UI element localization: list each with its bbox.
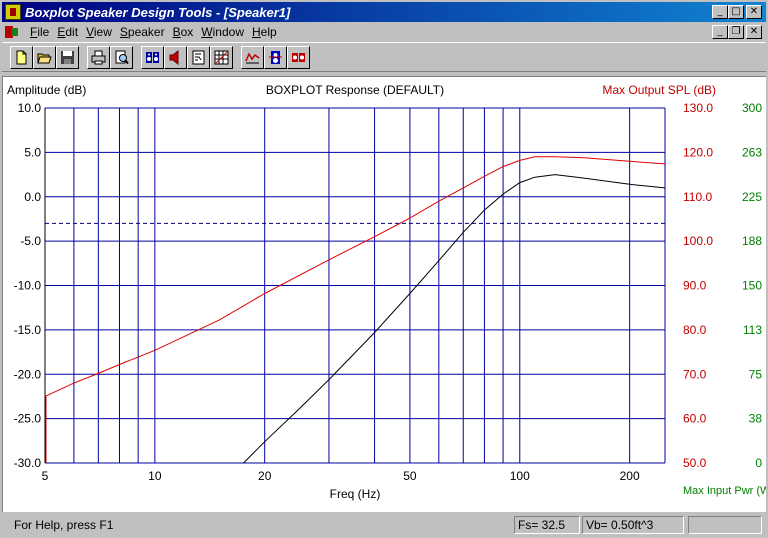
response-icon [245, 51, 260, 63]
y-tick-label: -5.0 [20, 234, 41, 248]
speaker-params-button[interactable] [141, 45, 164, 69]
chart-title: BOXPLOT Response (DEFAULT) [266, 83, 444, 97]
menu-help-label: Help [251, 25, 277, 39]
maximize-button[interactable]: □ [728, 5, 744, 19]
doc-minimize-button[interactable]: _ [712, 25, 728, 39]
y2-tick-label: 100.0 [683, 234, 713, 248]
status-bar: For Help, press F1 Fs= 32.5 Vb= 0.50ft^3 [2, 514, 766, 536]
box-button[interactable] [187, 45, 210, 69]
toolbar [2, 42, 766, 72]
phase-icon [292, 52, 305, 62]
status-fs: Fs= 32.5 [514, 516, 580, 534]
save-button[interactable] [56, 45, 79, 69]
y-tick-label: -20.0 [14, 367, 42, 381]
open-icon [37, 53, 52, 63]
menu-edit[interactable]: Edit [55, 25, 84, 39]
doc-close-button[interactable]: ✕ [746, 25, 762, 39]
x-axis-label: Freq (Hz) [330, 487, 381, 501]
y3-axis-label: Max Input Pwr (W [683, 485, 766, 497]
y2-axis-label: Max Output SPL (dB) [602, 83, 716, 97]
document-icon[interactable] [4, 24, 20, 40]
table-icon [214, 50, 229, 64]
x-tick-label: 20 [258, 469, 272, 483]
y3-tick-label: 113 [743, 323, 762, 337]
menu-file[interactable]: File [28, 25, 55, 39]
y-tick-label: -25.0 [14, 412, 42, 426]
table-button[interactable] [210, 45, 233, 69]
app-icon[interactable] [5, 4, 21, 20]
speaker-icon [169, 49, 179, 65]
menu-view-label: View [86, 25, 112, 39]
y2-tick-label: 80.0 [683, 323, 707, 337]
y3-tick-label: 225 [742, 190, 762, 204]
open-button[interactable] [33, 45, 56, 69]
menu-file-label: File [30, 25, 50, 39]
y-tick-label: 0.0 [24, 190, 41, 204]
doc-restore-button[interactable]: ❐ [728, 25, 744, 39]
menu-bar: File Edit View Speaker Box Window Help _… [2, 22, 766, 42]
document-controls: _ ❐ ✕ [712, 25, 762, 39]
menu-window-label: Window [201, 25, 244, 39]
y-tick-label: 5.0 [24, 145, 41, 159]
impedance-icon [269, 50, 282, 64]
menu-view[interactable]: View [84, 25, 118, 39]
speaker-params-icon [146, 51, 159, 63]
menu-speaker-label: Speaker [119, 25, 165, 39]
status-help-text: For Help, press F1 [14, 518, 114, 532]
print-preview-button[interactable] [110, 45, 133, 69]
y2-tick-label: 90.0 [683, 279, 707, 293]
y2-tick-label: 50.0 [683, 456, 707, 470]
y-tick-label: -10.0 [14, 279, 42, 293]
y2-tick-label: 130.0 [683, 101, 713, 115]
y-tick-label: -30.0 [14, 456, 42, 470]
x-tick-label: 5 [42, 469, 49, 483]
phase-button[interactable] [287, 45, 310, 69]
print-icon [91, 50, 106, 64]
x-tick-label: 50 [403, 469, 417, 483]
save-icon [61, 50, 74, 64]
status-vb: Vb= 0.50ft^3 [582, 516, 684, 534]
y2-tick-label: 60.0 [683, 412, 707, 426]
impedance-button[interactable] [264, 45, 287, 69]
window-controls: _ □ ✕ [712, 5, 762, 19]
box-icon [192, 50, 205, 64]
y-axis-label: Amplitude (dB) [7, 83, 86, 97]
title-bar[interactable]: Boxplot Speaker Design Tools - [Speaker1… [2, 2, 766, 22]
y2-tick-label: 110.0 [683, 190, 712, 204]
boxplot-app-window: Boxplot Speaker Design Tools - [Speaker1… [0, 0, 768, 538]
menu-help[interactable]: Help [250, 25, 283, 39]
response-button[interactable] [241, 45, 264, 69]
response-chart-svg: Amplitude (dB) BOXPLOT Response (DEFAULT)… [7, 83, 766, 501]
menu-speaker[interactable]: Speaker [118, 25, 171, 39]
menu-window[interactable]: Window [199, 25, 250, 39]
y2-tick-label: 70.0 [683, 367, 707, 381]
y2-tick-label: 120.0 [683, 145, 713, 159]
minimize-button[interactable]: _ [712, 5, 728, 19]
menu-box-label: Box [172, 25, 194, 39]
menu-edit-label: Edit [57, 25, 79, 39]
x-tick-label: 200 [620, 469, 640, 483]
speaker-button[interactable] [164, 45, 187, 69]
y3-tick-label: 188 [742, 234, 762, 248]
close-button[interactable]: ✕ [746, 5, 762, 19]
x-tick-label: 100 [510, 469, 530, 483]
status-empty [688, 516, 762, 534]
response-chart[interactable]: Amplitude (dB) BOXPLOT Response (DEFAULT)… [2, 76, 766, 512]
y3-tick-label: 150 [742, 279, 762, 293]
new-icon [16, 50, 27, 64]
print-button[interactable] [87, 45, 110, 69]
y3-tick-label: 263 [742, 145, 762, 159]
menu-box[interactable]: Box [171, 25, 200, 39]
print-preview-icon [115, 50, 129, 64]
window-title: Boxplot Speaker Design Tools - [Speaker1… [25, 4, 291, 20]
y3-tick-label: 38 [749, 412, 763, 426]
y-tick-label: -15.0 [14, 323, 42, 337]
y3-tick-label: 300 [742, 101, 762, 115]
x-tick-label: 10 [148, 469, 162, 483]
new-button[interactable] [10, 45, 33, 69]
y3-tick-label: 0 [755, 456, 762, 470]
y-tick-label: 10.0 [18, 101, 42, 115]
y3-tick-label: 75 [749, 367, 763, 381]
series-line-response [243, 174, 666, 464]
